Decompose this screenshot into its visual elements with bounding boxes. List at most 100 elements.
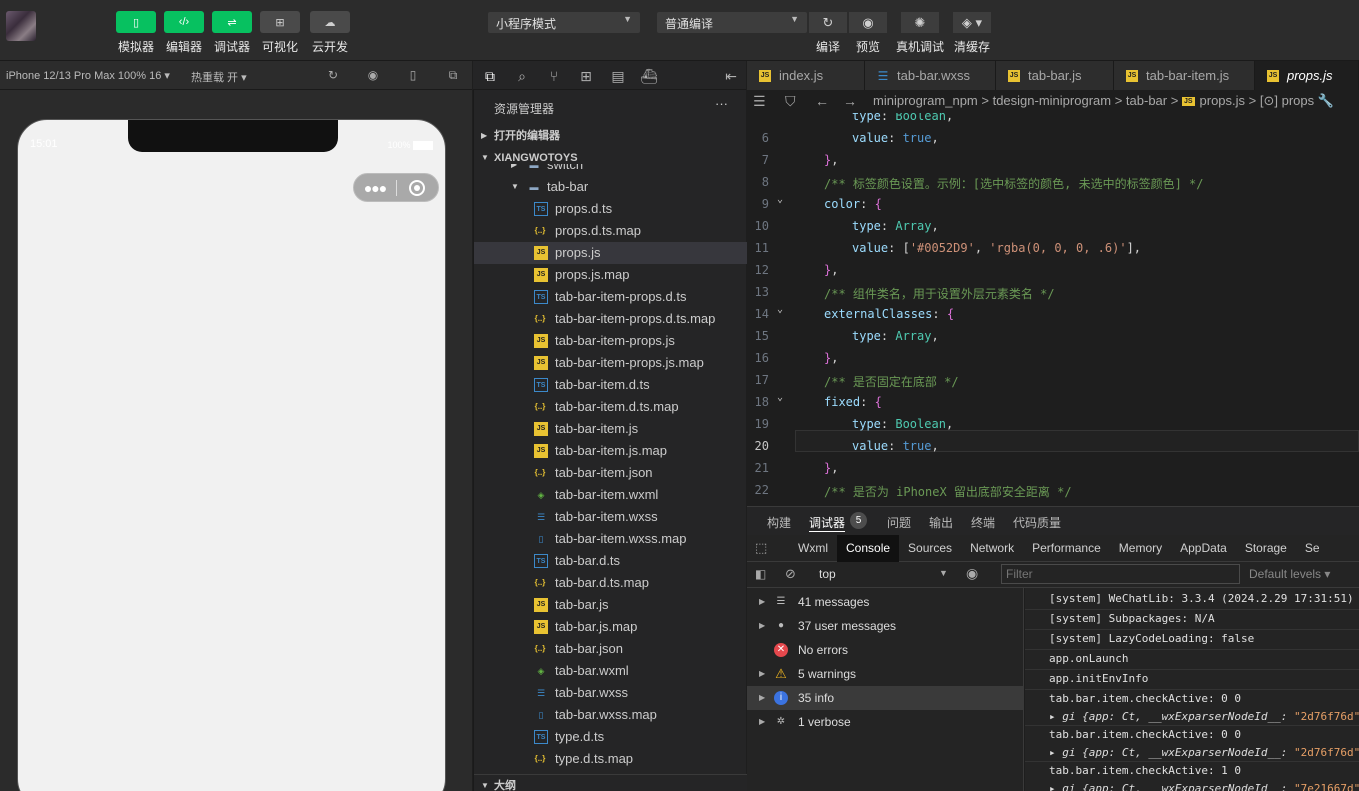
tab-debugger[interactable]: 调试器: [809, 514, 846, 532]
remote-debug-button[interactable]: ✺: [901, 12, 939, 33]
editor-toggle-button[interactable]: ‹/›: [164, 11, 204, 33]
close-miniprogram-button[interactable]: [397, 179, 438, 196]
rotate-phone-icon[interactable]: ▯: [406, 68, 420, 82]
file-item[interactable]: {..} tab-bar.d.ts.map: [474, 572, 747, 594]
breadcrumb-item[interactable]: props: [1282, 93, 1315, 108]
git-branch-icon[interactable]: ⑂: [545, 67, 563, 85]
editor-tab-tab-bar-item-js[interactable]: JS tab-bar-item.js: [1114, 61, 1255, 90]
devtools-tab-memory[interactable]: Memory: [1110, 535, 1171, 562]
user-avatar[interactable]: [6, 11, 36, 41]
clear-console-icon[interactable]: ⊘: [785, 566, 796, 582]
console-object-preview[interactable]: ▸ gi {app: Ct, __wxExparserNodeId__: "2d…: [1049, 744, 1359, 762]
file-item[interactable]: {..} tab-bar-item.json: [474, 462, 747, 484]
tab-terminal[interactable]: 终端: [971, 514, 995, 531]
file-item[interactable]: TS tab-bar.d.ts: [474, 550, 747, 572]
breadcrumb-item[interactable]: props.js: [1200, 93, 1246, 108]
devtools-tab-se[interactable]: Se: [1296, 535, 1329, 562]
context-select[interactable]: top: [819, 567, 836, 581]
breadcrumb-item[interactable]: miniprogram_npm: [873, 93, 978, 108]
simulator-toggle-button[interactable]: ▯: [116, 11, 156, 33]
phone-screen[interactable]: 15:01 100% ●●●: [17, 119, 446, 791]
devtools-tab-network[interactable]: Network: [961, 535, 1023, 562]
back-arrow-icon[interactable]: ←: [815, 93, 829, 109]
file-item[interactable]: {..} tab-bar-item-props.d.ts.map: [474, 308, 747, 330]
tab-problems[interactable]: 问题: [887, 514, 911, 531]
file-item[interactable]: JS props.js: [474, 242, 747, 264]
devtools-tab-wxml[interactable]: Wxml: [789, 535, 837, 562]
fold-chevron-icon[interactable]: ⌄: [777, 392, 783, 403]
more-actions-icon[interactable]: ···: [715, 96, 728, 111]
console-group-row[interactable]: ▶ i 35 info: [747, 686, 1024, 710]
console-group-row[interactable]: ▶ ✲ 1 verbose: [747, 710, 1024, 734]
clear-cache-button[interactable]: ◈ ▾: [953, 12, 991, 33]
devtools-tab-storage[interactable]: Storage: [1236, 535, 1296, 562]
file-item[interactable]: JS tab-bar-item.js: [474, 418, 747, 440]
fold-chevron-icon[interactable]: ⌄: [777, 194, 783, 205]
more-dots-icon[interactable]: ●●●: [354, 180, 396, 196]
debugger-toggle-button[interactable]: ⇌: [212, 11, 252, 33]
file-item[interactable]: {..} tab-bar-item.d.ts.map: [474, 396, 747, 418]
search-icon[interactable]: ⌕: [513, 67, 531, 85]
file-item[interactable]: {..} props.d.ts.map: [474, 220, 747, 242]
file-item[interactable]: ◈ tab-bar-item.wxml: [474, 484, 747, 506]
list-icon[interactable]: ☰: [753, 93, 766, 110]
tab-output[interactable]: 输出: [929, 514, 953, 531]
devtools-tab-console[interactable]: Console: [837, 535, 900, 562]
folder-switch[interactable]: ▶ ▬ switch: [474, 164, 747, 176]
editor-tab-props-js[interactable]: JS props.js: [1255, 61, 1359, 90]
file-item[interactable]: ☰ tab-bar.wxss: [474, 682, 747, 704]
compile-button[interactable]: ↻: [809, 12, 847, 33]
file-item[interactable]: JS tab-bar.js: [474, 594, 747, 616]
editor-tab-tab-bar-js[interactable]: JS tab-bar.js: [996, 61, 1114, 90]
file-item[interactable]: TS tab-bar-item-props.d.ts: [474, 286, 747, 308]
device-select[interactable]: iPhone 12/13 Pro Max 100% 16 ▾: [6, 69, 170, 82]
wrench-icon[interactable]: 🔧: [1314, 93, 1334, 108]
extensions-icon[interactable]: ⊞: [577, 67, 595, 85]
file-item[interactable]: {..} tab-bar.json: [474, 638, 747, 660]
forward-arrow-icon[interactable]: →: [843, 93, 857, 109]
editor-tab-index-js[interactable]: JS index.js: [747, 61, 865, 90]
file-item[interactable]: ◈ tab-bar.wxml: [474, 660, 747, 682]
open-editors-section[interactable]: ▶ 打开的编辑器: [474, 125, 747, 147]
devtools-tab-sources[interactable]: Sources: [899, 535, 961, 562]
files-icon[interactable]: ⧉: [481, 67, 499, 85]
file-item[interactable]: JS tab-bar.js.map: [474, 616, 747, 638]
eye-icon[interactable]: ◉: [966, 565, 978, 582]
file-item[interactable]: {..} type.d.ts.map: [474, 748, 747, 770]
console-object-preview[interactable]: ▸ gi {app: Ct, __wxExparserNodeId__: "2d…: [1049, 708, 1359, 726]
console-group-row[interactable]: ✕ No errors: [747, 638, 1024, 662]
file-item[interactable]: JS props.js.map: [474, 264, 747, 286]
filter-input[interactable]: [1001, 564, 1240, 584]
compile-select[interactable]: 普通编译 ▼: [657, 12, 807, 33]
file-item[interactable]: TS props.d.ts: [474, 198, 747, 220]
stop-icon[interactable]: ◉: [366, 68, 380, 82]
file-item[interactable]: JS tab-bar-item-props.js.map: [474, 352, 747, 374]
editor-tab-tab-bar-wxss[interactable]: ☰ tab-bar.wxss: [865, 61, 996, 90]
mode-select[interactable]: 小程序模式 ▼: [488, 12, 640, 33]
devtools-tab-performance[interactable]: Performance: [1023, 535, 1110, 562]
tab-build[interactable]: 构建: [767, 514, 791, 531]
code-editor[interactable]: type: Boolean, 6 value: true, 7}, 8 /** 标签颜色设…: [747, 113, 1359, 506]
bookmark-icon[interactable]: ⛉: [785, 93, 796, 110]
visual-toggle-button[interactable]: ⊞: [260, 11, 300, 33]
console-object-preview[interactable]: ▸ gi {app: Ct, __wxExparserNodeId__: "7e…: [1049, 780, 1359, 791]
inspect-element-icon[interactable]: ⬚: [755, 540, 767, 556]
reload-icon[interactable]: ↻: [326, 68, 340, 82]
sidebar-toggle-icon[interactable]: ◧: [755, 567, 766, 581]
file-item[interactable]: ▯ tab-bar.wxss.map: [474, 704, 747, 726]
docker-icon[interactable]: ⛴: [640, 67, 658, 85]
hot-reload-select[interactable]: 热重载 开 ▾: [191, 69, 247, 85]
cloud-dev-button[interactable]: ☁: [310, 11, 350, 33]
log-levels-select[interactable]: Default levels ▾: [1249, 567, 1330, 581]
file-item[interactable]: TS tab-bar-item.d.ts: [474, 374, 747, 396]
collapse-panel-icon[interactable]: ⇤: [722, 67, 740, 85]
console-group-row[interactable]: ▶ ☰ 41 messages: [747, 590, 1024, 614]
breadcrumb-item[interactable]: tab-bar: [1126, 93, 1167, 108]
popout-icon[interactable]: ⧉: [446, 68, 460, 82]
file-item[interactable]: TS type.d.ts: [474, 726, 747, 748]
devtools-tab-appdata[interactable]: AppData: [1171, 535, 1236, 562]
file-item[interactable]: JS tab-bar-item.js.map: [474, 440, 747, 462]
tab-code-quality[interactable]: 代码质量: [1013, 514, 1061, 531]
file-item[interactable]: ☰ tab-bar-item.wxss: [474, 506, 747, 528]
folder-tab-bar[interactable]: ▼ ▬ tab-bar: [474, 176, 747, 198]
